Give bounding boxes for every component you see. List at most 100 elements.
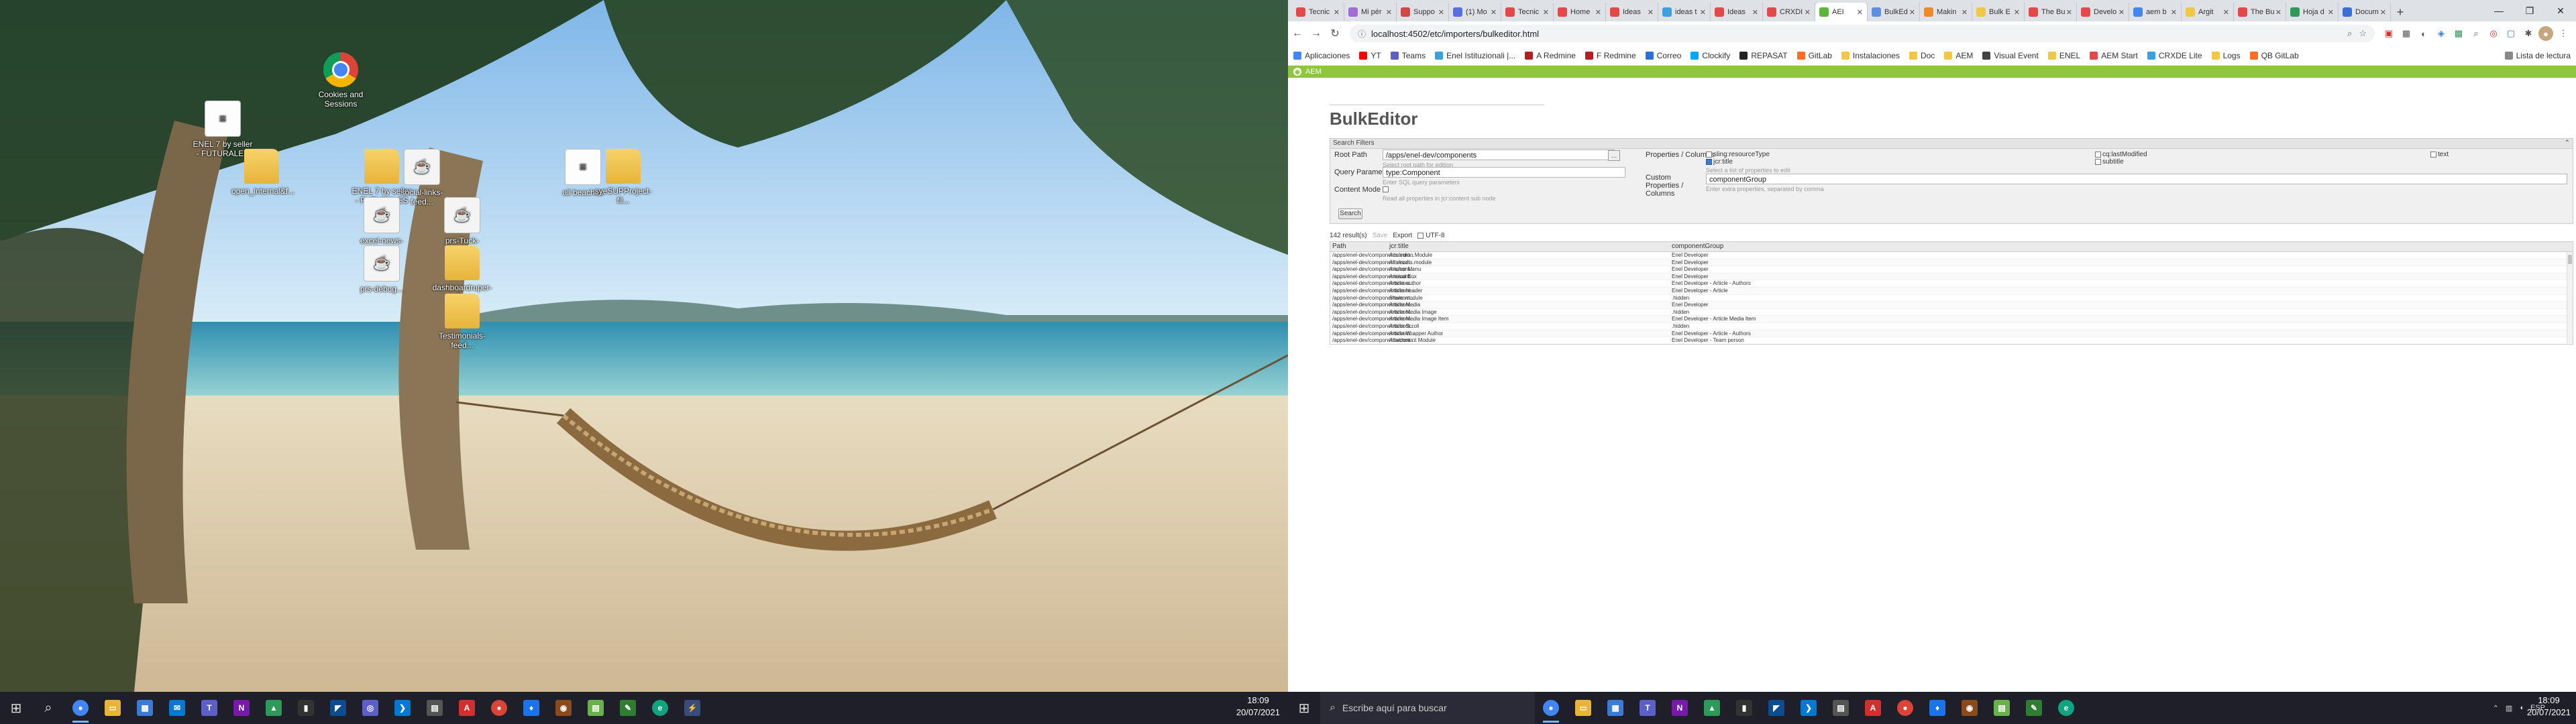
zoom-icon[interactable]: ⌕	[2347, 28, 2352, 39]
cell-path[interactable]: /apps/enel-dev/components/cont...	[1330, 323, 1414, 330]
edge-icon[interactable]: e	[2050, 692, 2082, 724]
bookmark-item[interactable]: Doc	[1909, 51, 1935, 60]
extension-icon[interactable]: ▣	[2381, 26, 2396, 41]
grid-scrollbar[interactable]	[2567, 252, 2573, 343]
teams-icon[interactable]: T	[1631, 692, 1664, 724]
browser-tab[interactable]: Mi pér ✕	[1344, 3, 1397, 21]
tab-close-icon[interactable]: ✕	[1700, 8, 1706, 17]
tab-close-icon[interactable]: ✕	[2275, 8, 2282, 17]
extension-icon[interactable]: ◎	[2486, 26, 2501, 41]
search-icon[interactable]: ⌕	[32, 692, 64, 724]
extension-icon[interactable]: ⌕	[2469, 26, 2483, 41]
desktop-icon[interactable]: Testimonials-feed...	[432, 294, 492, 350]
maps-icon[interactable]: ♦	[515, 692, 547, 724]
cell-path[interactable]: /apps/enel-dev/components/cont...	[1330, 316, 1414, 322]
table-row[interactable]: /apps/enel-dev/components/cont... Article…	[1330, 302, 2573, 309]
extension-icon[interactable]: ◐	[2416, 26, 2431, 41]
cell-path[interactable]: /apps/enel-dev/components/cont...	[1330, 330, 1414, 337]
table-row[interactable]: /apps/enel-dev/components/cont... Attachm…	[1330, 337, 2573, 344]
tab-close-icon[interactable]: ✕	[1595, 8, 1601, 17]
extension-icon[interactable]: ▢	[2504, 26, 2518, 41]
table-row[interactable]: /apps/enel-dev/components/cont... All res…	[1330, 259, 2573, 267]
cell-path[interactable]: /apps/enel-dev/components/cont...	[1330, 288, 1414, 294]
close-icon[interactable]: ✕	[2545, 0, 2576, 21]
cell-componentgroup[interactable]: Enel Developer - Article - Authors	[1670, 280, 2573, 287]
tab-close-icon[interactable]: ✕	[1805, 8, 1811, 17]
browser-tab[interactable]: Ideas ✕	[1711, 3, 1763, 21]
browser-tab[interactable]: BulkEd ✕	[1868, 3, 1920, 21]
reload-icon[interactable]: ↻	[1326, 24, 1344, 43]
cell-jcr-title[interactable]: Annual Box	[1387, 274, 1670, 280]
cell-path[interactable]: /apps/enel-dev/components/cont...	[1330, 252, 1414, 259]
browser-tab[interactable]: Argit ✕	[2182, 3, 2234, 21]
browser-tab[interactable]: Tecnic ✕	[1292, 3, 1344, 21]
tab-close-icon[interactable]: ✕	[1909, 8, 1915, 17]
table-row[interactable]: /apps/enel-dev/components/cont... Anchor …	[1330, 266, 2573, 274]
cell-componentgroup[interactable]: .hidden	[1670, 323, 2573, 330]
store-icon[interactable]: ▦	[129, 692, 161, 724]
left-clock[interactable]: 18:09 20/07/2021	[1236, 695, 1280, 719]
vscode-icon[interactable]: ❯	[386, 692, 419, 724]
reading-list-button[interactable]: Lista de lectura	[2504, 51, 2571, 60]
chrome-icon[interactable]: ●	[483, 692, 515, 724]
cell-jcr-title[interactable]: All results module	[1387, 259, 1670, 266]
browser-tab[interactable]: Home ✕	[1554, 3, 1606, 21]
cell-path[interactable]: /apps/enel-dev/components/cont...	[1330, 280, 1414, 287]
content-mode-checkbox[interactable]	[1383, 186, 1389, 192]
cell-path[interactable]: /apps/enel-dev/components/cont...	[1330, 295, 1414, 302]
cell-jcr-title[interactable]: Article author	[1387, 280, 1670, 287]
bookmark-item[interactable]: REPASAT	[1739, 51, 1788, 60]
tab-close-icon[interactable]: ✕	[1491, 8, 1497, 17]
browser-tab[interactable]: The Bu ✕	[2025, 3, 2077, 21]
browser-tab[interactable]: Develo ✕	[2077, 3, 2129, 21]
column-header-path[interactable]: Path	[1330, 242, 1387, 251]
collapse-icon[interactable]: ⌃	[2565, 139, 2570, 148]
browser-tab[interactable]: Tecnic ✕	[1501, 3, 1554, 21]
browser-tab[interactable]: ideas t ✕	[1658, 3, 1711, 21]
bookmark-item[interactable]: AEM Start	[2090, 51, 2138, 60]
cell-jcr-title[interactable]: Article Wrapper Author	[1387, 330, 1670, 337]
tab-close-icon[interactable]: ✕	[1752, 8, 1758, 17]
search-filters-header[interactable]: Search Filters ⌃	[1330, 139, 2573, 149]
cell-jcr-title[interactable]: Accordion Module	[1387, 252, 1670, 259]
bookmark-item[interactable]: Teams	[1390, 51, 1426, 60]
bookmark-item[interactable]: Instalaciones	[1841, 51, 1900, 60]
cell-path[interactable]: /apps/enel-dev/components/cont...	[1330, 266, 1414, 273]
bookmark-item[interactable]: YT	[1359, 51, 1381, 60]
terminal-icon[interactable]: ▮	[290, 692, 322, 724]
maximize-icon[interactable]: ❐	[2514, 0, 2545, 21]
column-header-jcr-title[interactable]: jcr:title	[1387, 242, 1670, 251]
tab-close-icon[interactable]: ✕	[1962, 8, 1968, 17]
tab-close-icon[interactable]: ✕	[1648, 8, 1654, 17]
bookmark-item[interactable]: Enel Istituzionali |...	[1435, 51, 1515, 60]
bookmark-item[interactable]: Visual Event	[1982, 51, 2039, 60]
minimize-icon[interactable]: —	[2483, 0, 2514, 21]
new-tab-button[interactable]: +	[2391, 3, 2410, 21]
cell-jcr-title[interactable]: Article header	[1387, 288, 1670, 294]
path-picker-icon[interactable]: …	[1608, 150, 1620, 161]
cell-componentgroup[interactable]: Enel Developer - Article	[1670, 288, 2573, 294]
store-icon[interactable]: ▦	[1599, 692, 1631, 724]
table-row[interactable]: /apps/enel-dev/components/cont... Article…	[1330, 330, 2573, 338]
extension-icon[interactable]: ▦	[2399, 26, 2414, 41]
app-icon[interactable]: ▤	[419, 692, 451, 724]
cell-path[interactable]: /apps/enel-dev/components/cont...	[1330, 309, 1414, 316]
utf8-checkbox[interactable]	[1417, 232, 1424, 239]
search-button[interactable]: Search	[1338, 208, 1362, 219]
app-icon[interactable]: ◤	[1760, 692, 1792, 724]
browser-tab[interactable]: Ideas ✕	[1606, 3, 1658, 21]
onenote-icon[interactable]: N	[1664, 692, 1696, 724]
bookmark-item[interactable]: GitLab	[1796, 51, 1832, 60]
custom-properties-input[interactable]: componentGroup	[1706, 174, 2567, 184]
cell-componentgroup[interactable]: Enel Developer	[1670, 259, 2573, 266]
cell-componentgroup[interactable]: Enel Developer	[1670, 302, 2573, 308]
profile-avatar[interactable]: ●	[2538, 26, 2553, 41]
extension-icon[interactable]: ◈	[2434, 26, 2449, 41]
property-checkbox-jcr-title[interactable]	[1706, 159, 1712, 165]
pdf-icon[interactable]: A	[451, 692, 483, 724]
app-icon[interactable]: ◤	[322, 692, 354, 724]
app-icon[interactable]: ▤	[1825, 692, 1857, 724]
tab-close-icon[interactable]: ✕	[2014, 8, 2020, 17]
back-icon[interactable]: ←	[1288, 24, 1307, 43]
chrome-icon[interactable]: ●	[64, 692, 97, 724]
